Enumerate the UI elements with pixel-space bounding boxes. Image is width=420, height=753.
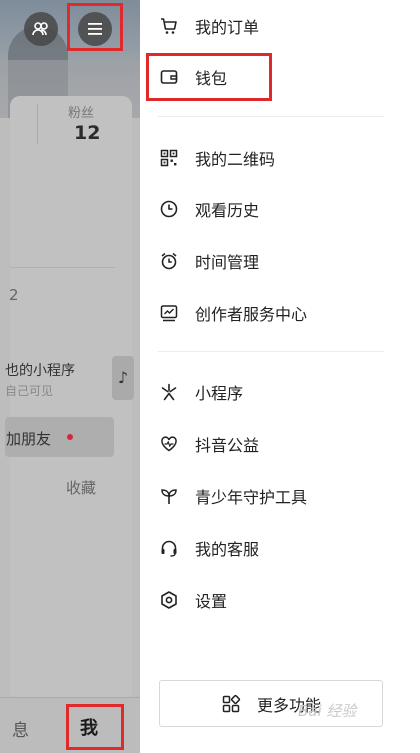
menu-item-label: 青少年守护工具 xyxy=(195,488,308,507)
menu-item-label: 我的客服 xyxy=(195,540,260,559)
menu-item-label: 观看历史 xyxy=(195,201,260,220)
tab-favorites[interactable]: 收藏 xyxy=(66,477,96,498)
tab-messages[interactable]: 息 xyxy=(12,716,29,741)
menu-item-label: 时间管理 xyxy=(195,253,260,272)
music-note-icon[interactable]: ♪ xyxy=(112,356,134,400)
menu-item-youth-protection[interactable]: 青少年守护工具 xyxy=(158,482,307,510)
settings-icon xyxy=(158,589,180,611)
mini-program-title[interactable]: 也的小程序 xyxy=(5,360,75,380)
mini-program-subtitle: 自己可见 xyxy=(5,384,54,398)
headset-icon xyxy=(158,537,180,559)
mini-program-icon xyxy=(158,381,180,403)
sprout-icon xyxy=(158,485,180,507)
chart-icon xyxy=(158,302,180,324)
menu-item-customer-service[interactable]: 我的客服 xyxy=(158,534,259,562)
add-friend-label: 加朋友 xyxy=(6,430,52,448)
menu-item-charity[interactable]: 抖音公益 xyxy=(158,430,259,458)
menu-button-highlight xyxy=(67,3,123,51)
side-drawer: 我的订单 钱包 我的二维码 观看历史 时间管理 创作者服务中心 小程序 抖音公益… xyxy=(140,0,420,753)
stats-divider xyxy=(37,104,38,144)
menu-divider xyxy=(158,116,384,117)
alarm-icon xyxy=(158,250,180,272)
menu-item-label: 创作者服务中心 xyxy=(195,305,308,324)
wallet-highlight xyxy=(146,53,272,101)
menu-item-label: 我的订单 xyxy=(195,18,260,37)
friends-button[interactable] xyxy=(24,12,58,46)
friends-icon xyxy=(31,19,51,39)
menu-item-time-management[interactable]: 时间管理 xyxy=(158,247,259,275)
menu-item-creator-center[interactable]: 创作者服务中心 xyxy=(158,299,307,327)
menu-item-label: 设置 xyxy=(195,592,228,611)
menu-item-mini-programs[interactable]: 小程序 xyxy=(158,378,243,406)
fans-label: 粉丝 xyxy=(68,106,95,121)
menu-divider xyxy=(158,351,384,352)
menu-item-watch-history[interactable]: 观看历史 xyxy=(158,195,259,223)
notification-dot xyxy=(67,434,73,440)
section-divider xyxy=(10,267,115,268)
menu-item-label: 我的二维码 xyxy=(195,150,276,169)
qr-code-icon xyxy=(158,147,180,169)
partial-text: 2 xyxy=(9,286,19,304)
clock-icon xyxy=(158,198,180,220)
grid-icon xyxy=(221,694,241,714)
profile-page-dimmed: 粉丝 12 2 也的小程序 自己可见 ♪ 加朋友 收藏 息 我 xyxy=(0,0,140,753)
menu-item-label: 抖音公益 xyxy=(195,436,260,455)
fans-count[interactable]: 12 xyxy=(74,122,100,144)
menu-item-qr-code[interactable]: 我的二维码 xyxy=(158,144,275,172)
tab-me-highlight xyxy=(66,704,124,750)
heart-icon xyxy=(158,433,180,455)
cart-icon xyxy=(158,15,180,37)
menu-item-orders[interactable]: 我的订单 xyxy=(158,12,259,40)
menu-item-settings[interactable]: 设置 xyxy=(158,586,227,614)
watermark: Bai 经验 xyxy=(298,702,357,720)
profile-card xyxy=(10,96,132,716)
menu-item-label: 小程序 xyxy=(195,384,244,403)
